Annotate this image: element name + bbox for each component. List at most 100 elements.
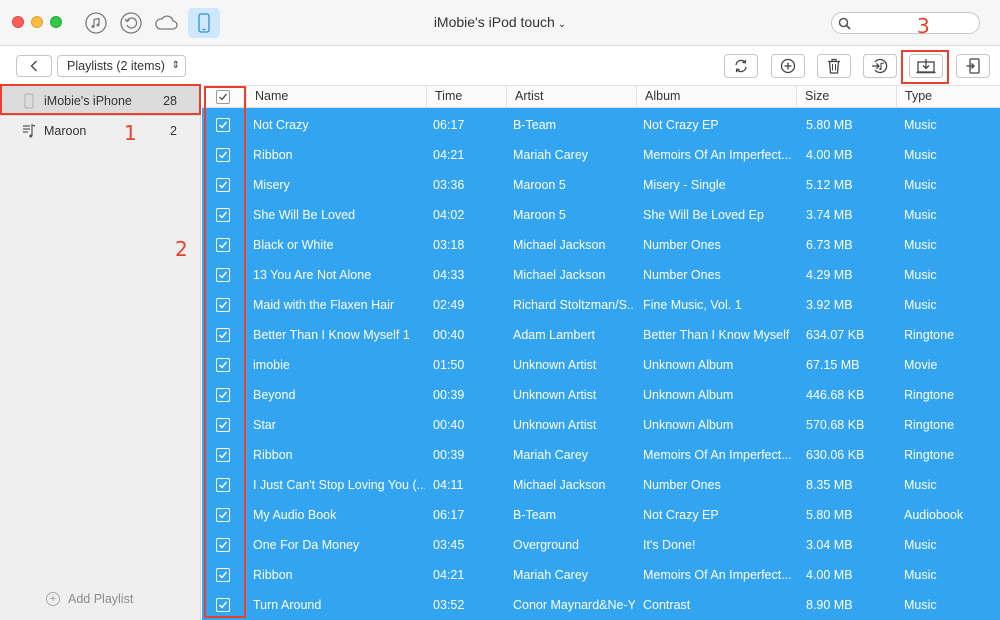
cell-artist: B-Team: [513, 118, 557, 132]
table-row[interactable]: 13 You Are Not Alone 04:33 Michael Jackson…: [202, 260, 1000, 290]
table-row[interactable]: My Audio Book 06:17 B-Team Not Crazy EP 5.80…: [202, 500, 1000, 530]
cell-artist: Michael Jackson: [513, 478, 606, 492]
cell-artist: Unknown Artist: [513, 418, 597, 432]
cell-size: 8.35 MB: [806, 478, 853, 492]
cell-time: 04:21: [433, 148, 465, 162]
column-header-size[interactable]: Size: [796, 86, 896, 108]
add-button[interactable]: [771, 54, 805, 78]
cell-album: Memoirs Of An Imperfect...: [643, 148, 792, 162]
cell-size: 3.74 MB: [806, 208, 853, 222]
table-row[interactable]: One For Da Money 03:45 Overground It's Done…: [202, 530, 1000, 560]
cell-album: Better Than I Know Myself: [643, 328, 790, 342]
cell-artist: Unknown Artist: [513, 388, 597, 402]
chevron-left-icon: [30, 60, 37, 72]
table-row[interactable]: I Just Can't Stop Loving You (... 04:11 Mi…: [202, 470, 1000, 500]
column-header-name[interactable]: Name: [246, 86, 426, 108]
table-row[interactable]: imobie 01:50 Unknown Artist Unknown Album 67…: [202, 350, 1000, 380]
cell-size: 3.92 MB: [806, 298, 853, 312]
column-header-type[interactable]: Type: [896, 86, 1000, 108]
chevron-down-icon: ⌄: [557, 19, 567, 30]
cell-time: 04:33: [433, 268, 465, 282]
cell-artist: Maroon 5: [513, 178, 566, 192]
cell-album: Unknown Album: [643, 388, 734, 402]
column-header-album[interactable]: Album: [636, 86, 796, 108]
back-button[interactable]: [16, 55, 52, 77]
cell-name: She Will Be Loved: [253, 208, 356, 222]
refresh-button[interactable]: [724, 54, 758, 78]
cell-time: 03:18: [433, 238, 465, 252]
table-row[interactable]: Beyond 00:39 Unknown Artist Unknown Album 44…: [202, 380, 1000, 410]
column-header-time[interactable]: Time: [426, 86, 506, 108]
cell-album: Memoirs Of An Imperfect...: [643, 568, 792, 582]
cell-size: 5.80 MB: [806, 118, 853, 132]
table-row[interactable]: Maid with the Flaxen Hair 02:49 Richard St…: [202, 290, 1000, 320]
cell-artist: Unknown Artist: [513, 358, 597, 372]
cell-size: 446.68 KB: [806, 388, 865, 402]
cell-name: Star: [253, 418, 276, 432]
table-row[interactable]: Better Than I Know Myself 1 00:40 Adam Lam…: [202, 320, 1000, 350]
delete-button[interactable]: [817, 54, 851, 78]
cell-time: 04:21: [433, 568, 465, 582]
category-select[interactable]: Playlists (2 items) ⇕: [57, 55, 186, 77]
cell-size: 630.06 KB: [806, 448, 865, 462]
cell-time: 04:11: [433, 478, 464, 492]
title-bar: iMobie's iPod touch ⌄: [0, 0, 1000, 46]
cell-time: 00:40: [433, 328, 465, 342]
cell-time: 04:02: [433, 208, 465, 222]
toolbar: Playlists (2 items) ⇕: [0, 46, 1000, 86]
table-row[interactable]: Ribbon 04:21 Mariah Carey Memoirs Of An Imp…: [202, 140, 1000, 170]
cell-artist: Richard Stoltzman/S...: [513, 298, 635, 312]
cell-name: I Just Can't Stop Loving You (...: [253, 478, 425, 492]
cell-album: Fine Music, Vol. 1: [643, 298, 742, 312]
cell-size: 570.68 KB: [806, 418, 865, 432]
search-input[interactable]: [831, 12, 980, 34]
cell-type: Music: [904, 538, 937, 552]
table-row[interactable]: Ribbon 00:39 Mariah Carey Memoirs Of An Imp…: [202, 440, 1000, 470]
table-row[interactable]: She Will Be Loved 04:02 Maroon 5 She Will B…: [202, 200, 1000, 230]
cell-artist: Michael Jackson: [513, 268, 606, 282]
cell-time: 01:50: [433, 358, 465, 372]
plus-circle-icon: +: [46, 592, 60, 606]
cell-type: Music: [904, 478, 937, 492]
table-row[interactable]: Misery 03:36 Maroon 5 Misery - Single 5.12 M…: [202, 170, 1000, 200]
send-to-device-button[interactable]: [956, 54, 990, 78]
to-itunes-icon: [872, 58, 888, 74]
cell-type: Music: [904, 238, 937, 252]
add-playlist-button[interactable]: + Add Playlist: [46, 592, 133, 606]
cell-artist: B-Team: [513, 508, 557, 522]
cell-type: Music: [904, 178, 937, 192]
cell-artist: Maroon 5: [513, 208, 566, 222]
cell-artist: Overground: [513, 538, 580, 552]
cell-name: Turn Around: [253, 598, 322, 612]
cell-type: Music: [904, 598, 937, 612]
search-icon: [838, 17, 851, 30]
send-to-itunes-button[interactable]: [863, 54, 897, 78]
cell-type: Music: [904, 148, 937, 162]
table-header: Name Time Artist Album Size Type: [202, 86, 1000, 108]
cell-name: Beyond: [253, 388, 296, 402]
table-row[interactable]: Not Crazy 06:17 B-Team Not Crazy EP 5.80 MB M…: [202, 110, 1000, 140]
table-row[interactable]: Star 00:40 Unknown Artist Unknown Album 570.…: [202, 410, 1000, 440]
column-header-artist[interactable]: Artist: [506, 86, 636, 108]
annotation-box-2: [204, 86, 246, 618]
cell-album: Memoirs Of An Imperfect...: [643, 448, 792, 462]
cell-artist: Mariah Carey: [513, 148, 589, 162]
cell-size: 6.73 MB: [806, 238, 853, 252]
table-row[interactable]: Black or White 03:18 Michael Jackson Number…: [202, 230, 1000, 260]
table-body: Not Crazy 06:17 B-Team Not Crazy EP 5.80 MB M…: [202, 108, 1000, 620]
cell-time: 00:39: [433, 388, 465, 402]
cell-time: 03:36: [433, 178, 465, 192]
table-row[interactable]: Turn Around 03:52 Conor Maynard&Ne-Yo Contr…: [202, 590, 1000, 620]
cell-time: 06:17: [433, 508, 465, 522]
cell-type: Music: [904, 118, 937, 132]
cell-type: Music: [904, 208, 937, 222]
song-table: Name Time Artist Album Size Type Not Cra…: [202, 86, 1000, 620]
sidebar-item-maroon[interactable]: Maroon 2: [0, 116, 201, 146]
table-row[interactable]: Ribbon 04:21 Mariah Carey Memoirs Of An Imp…: [202, 560, 1000, 590]
cell-name: Not Crazy: [253, 118, 309, 132]
sidebar: iMobie's iPhone 28 Maroon 2 + Add Playli…: [0, 86, 201, 620]
cell-type: Ringtone: [904, 388, 955, 402]
cell-time: 00:39: [433, 448, 465, 462]
cell-name: My Audio Book: [253, 508, 337, 522]
cell-size: 67.15 MB: [806, 358, 860, 372]
